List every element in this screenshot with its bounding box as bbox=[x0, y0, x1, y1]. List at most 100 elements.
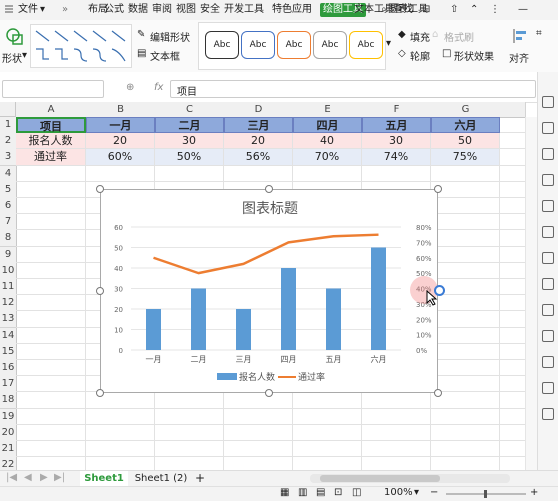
row-header[interactable]: 7 bbox=[0, 214, 17, 232]
share-icon[interactable] bbox=[542, 278, 554, 290]
zoom-in-icon[interactable]: + bbox=[530, 487, 538, 498]
outline-icon[interactable]: ◇ bbox=[398, 48, 406, 59]
file-menu[interactable]: 文件 bbox=[18, 3, 38, 17]
table-cell[interactable]: 20 bbox=[86, 133, 155, 150]
normal-view-icon[interactable]: ▦ bbox=[280, 487, 289, 498]
table-header-cell[interactable]: 五月 bbox=[362, 117, 431, 134]
help-icon[interactable] bbox=[542, 408, 554, 420]
row-header[interactable]: 14 bbox=[0, 327, 17, 345]
sheet-tab[interactable]: Sheet1 (2) bbox=[132, 471, 190, 486]
resize-handle[interactable] bbox=[434, 389, 442, 397]
style-icon[interactable] bbox=[542, 174, 554, 186]
more-tabs-icon[interactable]: » bbox=[62, 3, 68, 17]
row-header[interactable]: 5 bbox=[0, 181, 17, 199]
horizontal-scrollbar[interactable] bbox=[310, 474, 510, 483]
row-header[interactable]: 8 bbox=[0, 230, 17, 248]
chevron-down-icon[interactable]: ▾ bbox=[40, 3, 45, 17]
ribbon-tab[interactable]: 特色应用 bbox=[272, 3, 312, 17]
shape-effects-button[interactable]: 形状效果 bbox=[454, 48, 494, 63]
more-icon[interactable]: ⋮ bbox=[490, 3, 500, 17]
style-sample[interactable]: Abc bbox=[349, 31, 383, 59]
table-cell[interactable]: 74% bbox=[362, 149, 431, 166]
resize-handle[interactable] bbox=[96, 389, 104, 397]
gallery-more-icon[interactable]: ▾ bbox=[386, 38, 391, 49]
crop-icon[interactable]: ⌗ bbox=[536, 28, 542, 39]
ribbon-tab[interactable]: 视图 bbox=[176, 3, 196, 17]
shape-effects-icon[interactable]: □ bbox=[442, 48, 451, 59]
table-header-cell[interactable]: 六月 bbox=[431, 117, 500, 134]
chart-elements-icon[interactable] bbox=[542, 200, 554, 212]
table-header-cell[interactable]: 一月 bbox=[86, 117, 155, 134]
minimize-icon[interactable]: — bbox=[518, 3, 528, 17]
table-header-cell[interactable]: 三月 bbox=[224, 117, 293, 134]
fill-button[interactable]: 填充 bbox=[410, 29, 430, 44]
name-box[interactable] bbox=[2, 80, 104, 98]
share-icon[interactable]: ⇧ bbox=[450, 3, 458, 17]
data-icon[interactable] bbox=[542, 382, 554, 394]
align-button[interactable]: 对齐 bbox=[509, 50, 529, 65]
row-header[interactable]: 9 bbox=[0, 246, 17, 264]
select-icon[interactable] bbox=[542, 96, 554, 108]
add-sheet-icon[interactable]: + bbox=[195, 471, 205, 485]
row-header[interactable]: 20 bbox=[0, 424, 17, 442]
column-header[interactable]: C bbox=[155, 102, 225, 118]
table-header-cell[interactable]: 项目 bbox=[16, 117, 86, 134]
image-icon[interactable] bbox=[542, 330, 554, 342]
resize-handle[interactable] bbox=[96, 287, 104, 295]
outline-button[interactable]: 轮廓 bbox=[410, 48, 430, 63]
table-cell[interactable]: 通过率 bbox=[16, 149, 86, 166]
resize-handle[interactable] bbox=[434, 185, 442, 193]
style-sample[interactable]: Abc bbox=[205, 31, 239, 59]
history-icon[interactable] bbox=[542, 304, 554, 316]
table-cell[interactable]: 30 bbox=[155, 133, 224, 150]
column-header[interactable]: G bbox=[431, 102, 501, 118]
style-sample[interactable]: Abc bbox=[277, 31, 311, 59]
zoom-icon[interactable]: ⊕ bbox=[126, 82, 134, 93]
table-icon[interactable] bbox=[542, 356, 554, 368]
edit-shape-button[interactable]: 编辑形状 bbox=[150, 29, 190, 44]
table-cell[interactable]: 20 bbox=[224, 133, 293, 150]
edit-shape-icon[interactable]: ✎ bbox=[137, 29, 145, 40]
table-cell[interactable]: 40 bbox=[293, 133, 362, 150]
formula-input[interactable]: 项目 bbox=[170, 80, 536, 98]
row-header[interactable]: 19 bbox=[0, 408, 17, 426]
row-header[interactable]: 17 bbox=[0, 376, 17, 394]
table-cell[interactable]: 56% bbox=[224, 149, 293, 166]
row-header[interactable]: 3 bbox=[0, 149, 17, 167]
filter-icon[interactable] bbox=[542, 226, 554, 238]
scroll-thumb[interactable] bbox=[320, 475, 440, 482]
prev-sheet-icon[interactable]: ◀ bbox=[24, 472, 32, 483]
ribbon-tab[interactable]: 安全 bbox=[200, 3, 220, 17]
row-header[interactable]: 18 bbox=[0, 392, 17, 410]
text-box-icon[interactable]: ▤ bbox=[137, 48, 146, 59]
search-icon[interactable]: ⌕ bbox=[381, 3, 387, 17]
row-header[interactable]: 11 bbox=[0, 279, 17, 296]
zoom-out-icon[interactable]: − bbox=[430, 487, 438, 498]
last-sheet-icon[interactable]: ▶| bbox=[54, 472, 65, 483]
table-header-cell[interactable]: 二月 bbox=[155, 117, 224, 134]
row-header[interactable]: 1 bbox=[0, 117, 17, 134]
column-header[interactable]: E bbox=[293, 102, 363, 118]
ribbon-tab[interactable]: 数据 bbox=[128, 3, 148, 17]
settings-icon[interactable] bbox=[542, 252, 554, 264]
ribbon-tab[interactable]: 公式 bbox=[104, 3, 124, 17]
page-break-icon[interactable]: ▤ bbox=[316, 487, 325, 498]
row-header[interactable]: 4 bbox=[0, 165, 17, 183]
align-icon[interactable] bbox=[512, 28, 528, 44]
row-header[interactable]: 15 bbox=[0, 343, 17, 361]
combo-chart[interactable]: 图表标题 0 10 20 30 40 50 60 0% 10% 20% 30% 40% 50% 60% 70… bbox=[100, 189, 438, 393]
column-header[interactable]: F bbox=[362, 102, 432, 118]
fx-icon[interactable]: fx bbox=[154, 82, 163, 93]
bookmark-icon[interactable]: ⊟ bbox=[422, 3, 430, 17]
next-sheet-icon[interactable]: ▶ bbox=[40, 472, 48, 483]
vertical-scrollbar[interactable] bbox=[525, 117, 537, 470]
eye-protection-icon[interactable]: ◫ bbox=[352, 487, 361, 498]
style-sample[interactable]: Abc bbox=[313, 31, 347, 59]
chevron-down-icon[interactable]: ▾ bbox=[22, 50, 27, 61]
table-cell[interactable]: 30 bbox=[362, 133, 431, 150]
collapse-icon[interactable]: ⌃ bbox=[470, 3, 478, 17]
resize-handle[interactable] bbox=[265, 389, 273, 397]
menu-icon[interactable] bbox=[4, 4, 14, 14]
row-header[interactable]: 10 bbox=[0, 262, 17, 280]
properties-icon[interactable] bbox=[542, 148, 554, 160]
